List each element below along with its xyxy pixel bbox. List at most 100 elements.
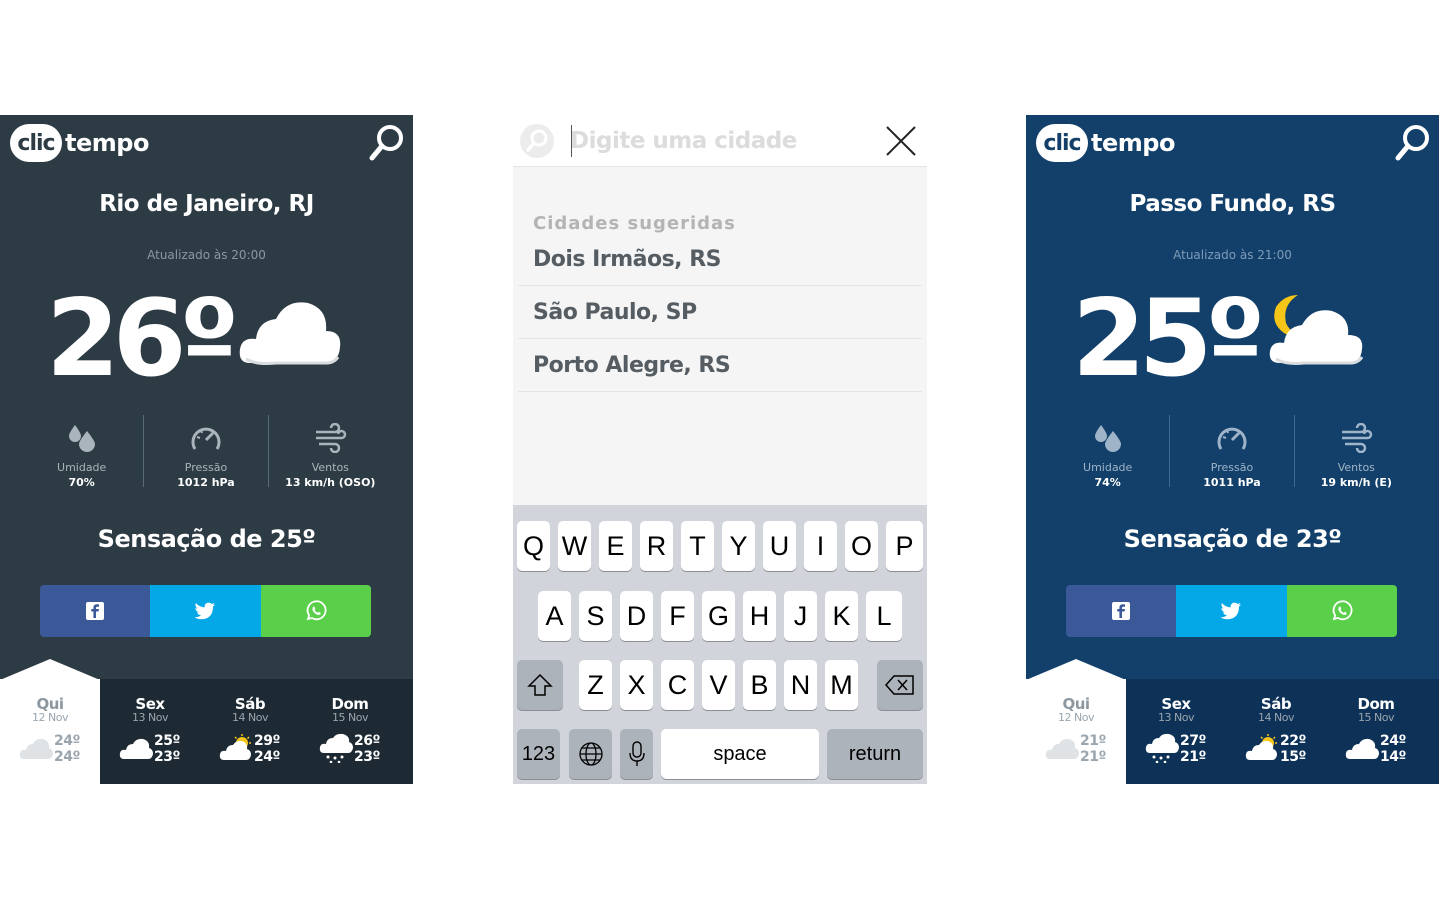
whatsapp-share-button[interactable] bbox=[260, 585, 371, 637]
forecast-day-date: 13 Nov bbox=[132, 711, 168, 724]
twitter-share-button[interactable] bbox=[150, 585, 261, 637]
forecast-max: 29º bbox=[254, 733, 280, 749]
key-c[interactable]: C bbox=[661, 660, 694, 710]
humidity-value: 70% bbox=[68, 476, 95, 489]
globe-icon bbox=[578, 742, 603, 766]
whatsapp-icon bbox=[1332, 600, 1353, 621]
key-n[interactable]: N bbox=[784, 660, 817, 710]
forecast-day-date: 12 Nov bbox=[32, 711, 68, 724]
close-icon[interactable] bbox=[883, 123, 919, 159]
wind-value: 13 km/h (OSO) bbox=[285, 476, 376, 489]
forecast-day[interactable]: Dom 15 Nov 24º 14º bbox=[1326, 679, 1426, 784]
numbers-key[interactable]: 123 bbox=[517, 729, 560, 779]
key-h[interactable]: H bbox=[743, 591, 776, 641]
pressure-label: Pressão bbox=[1210, 461, 1254, 474]
key-s[interactable]: S bbox=[579, 591, 612, 641]
logo-tempo: tempo bbox=[65, 129, 149, 157]
current-temperature: 25º bbox=[1072, 277, 1265, 400]
forecast-day[interactable]: Sáb 14 Nov 29º 24º bbox=[200, 679, 300, 784]
facebook-share-button[interactable] bbox=[1066, 585, 1177, 637]
forecast-strip: Qui 12 Nov 24º 24º Sex 13 Nov 25º 23º Sáb … bbox=[0, 659, 413, 784]
cloud-icon bbox=[1045, 738, 1079, 759]
feels-like: Sensação de 25º bbox=[97, 525, 316, 553]
key-e[interactable]: E bbox=[599, 521, 632, 571]
forecast-day[interactable]: Qui 12 Nov 24º 24º bbox=[0, 679, 100, 784]
forecast-day[interactable]: Sex 13 Nov 27º 21º bbox=[1126, 679, 1226, 784]
forecast-day[interactable]: Dom 15 Nov 26º 23º bbox=[300, 679, 400, 784]
search-button[interactable] bbox=[367, 123, 407, 163]
delete-key[interactable] bbox=[877, 660, 923, 710]
forecast-day[interactable]: Sex 13 Nov 25º 23º bbox=[100, 679, 200, 784]
cloud-icon bbox=[1345, 738, 1379, 759]
current-temperature: 26º bbox=[46, 277, 239, 400]
key-u[interactable]: U bbox=[763, 521, 796, 571]
forecast-day-date: 15 Nov bbox=[1358, 711, 1394, 724]
city-name: Passo Fundo, RS bbox=[1129, 191, 1336, 217]
forecast-day-date: 13 Nov bbox=[1158, 711, 1194, 724]
key-b[interactable]: B bbox=[743, 660, 776, 710]
key-d[interactable]: D bbox=[620, 591, 653, 641]
suggested-cities-list: Dois Irmãos, RS São Paulo, SP Porto Aleg… bbox=[518, 233, 922, 392]
whatsapp-share-button[interactable] bbox=[1286, 585, 1397, 637]
key-k[interactable]: K bbox=[825, 591, 858, 641]
microphone-icon bbox=[628, 741, 645, 766]
globe-key[interactable] bbox=[569, 729, 612, 779]
forecast-filler bbox=[1426, 679, 1439, 784]
forecast-filler bbox=[400, 679, 413, 784]
key-i[interactable]: I bbox=[804, 521, 837, 571]
key-f[interactable]: F bbox=[661, 591, 694, 641]
suggested-city[interactable]: Dois Irmãos, RS bbox=[518, 233, 922, 286]
key-r[interactable]: R bbox=[640, 521, 673, 571]
twitter-share-button[interactable] bbox=[1176, 585, 1287, 637]
key-l[interactable]: L bbox=[866, 591, 902, 641]
pressure-gauge-icon bbox=[191, 427, 221, 450]
key-z[interactable]: Z bbox=[579, 660, 612, 710]
key-q[interactable]: Q bbox=[517, 521, 550, 571]
clictempo-logo[interactable]: clic tempo bbox=[1036, 123, 1175, 163]
forecast-day-date: 14 Nov bbox=[1258, 711, 1294, 724]
dictation-key[interactable] bbox=[620, 729, 653, 779]
forecast-min: 23º bbox=[154, 749, 180, 765]
logo-clic: clic bbox=[1036, 124, 1088, 162]
wind-label: Ventos bbox=[1337, 461, 1375, 474]
facebook-share-button[interactable] bbox=[40, 585, 151, 637]
city-search-input[interactable] bbox=[570, 123, 870, 159]
active-day-tab-pointer bbox=[1026, 659, 1126, 680]
suggested-city[interactable]: São Paulo, SP bbox=[518, 286, 922, 339]
forecast-min: 14º bbox=[1380, 749, 1406, 765]
return-key[interactable]: return bbox=[827, 729, 923, 779]
forecast-day-name: Sáb bbox=[234, 695, 266, 713]
key-w[interactable]: W bbox=[558, 521, 591, 571]
space-key[interactable]: space bbox=[661, 729, 819, 779]
humidity-value: 74% bbox=[1094, 476, 1121, 489]
updated-time: Atualizado às 20:00 bbox=[147, 248, 266, 262]
key-j[interactable]: J bbox=[784, 591, 817, 641]
key-m[interactable]: M bbox=[825, 660, 858, 710]
forecast-min: 24º bbox=[254, 749, 280, 765]
share-bar bbox=[1066, 585, 1397, 637]
key-v[interactable]: V bbox=[702, 660, 735, 710]
search-icon bbox=[1395, 125, 1429, 161]
forecast-day[interactable]: Sáb 14 Nov 22º 15º bbox=[1226, 679, 1326, 784]
feels-like: Sensação de 23º bbox=[1123, 525, 1342, 553]
key-o[interactable]: O bbox=[845, 521, 878, 571]
key-a[interactable]: A bbox=[538, 591, 571, 641]
key-x[interactable]: X bbox=[620, 660, 653, 710]
key-y[interactable]: Y bbox=[722, 521, 755, 571]
key-g[interactable]: G bbox=[702, 591, 735, 641]
key-p[interactable]: P bbox=[886, 521, 923, 571]
sun-cloud-icon bbox=[1245, 734, 1277, 760]
clictempo-logo[interactable]: clic tempo bbox=[10, 123, 149, 163]
suggested-city[interactable]: Porto Alegre, RS bbox=[518, 339, 922, 392]
search-button[interactable] bbox=[1393, 123, 1433, 163]
forecast-day[interactable]: Qui 12 Nov 21º 21º bbox=[1026, 679, 1126, 784]
wind-label: Ventos bbox=[311, 461, 349, 474]
forecast-max: 22º bbox=[1280, 733, 1306, 749]
pressure-value: 1011 hPa bbox=[1203, 476, 1261, 489]
wind-stat: Ventos 13 km/h (OSO) bbox=[267, 415, 392, 489]
facebook-icon bbox=[86, 602, 105, 620]
on-screen-keyboard: Q W E R T Y U I O P A S D F G H J K L Z … bbox=[513, 505, 927, 784]
key-t[interactable]: T bbox=[681, 521, 714, 571]
shift-key[interactable] bbox=[517, 660, 563, 710]
city-search-screen: Cidades sugeridas Dois Irmãos, RS São Pa… bbox=[513, 115, 927, 784]
